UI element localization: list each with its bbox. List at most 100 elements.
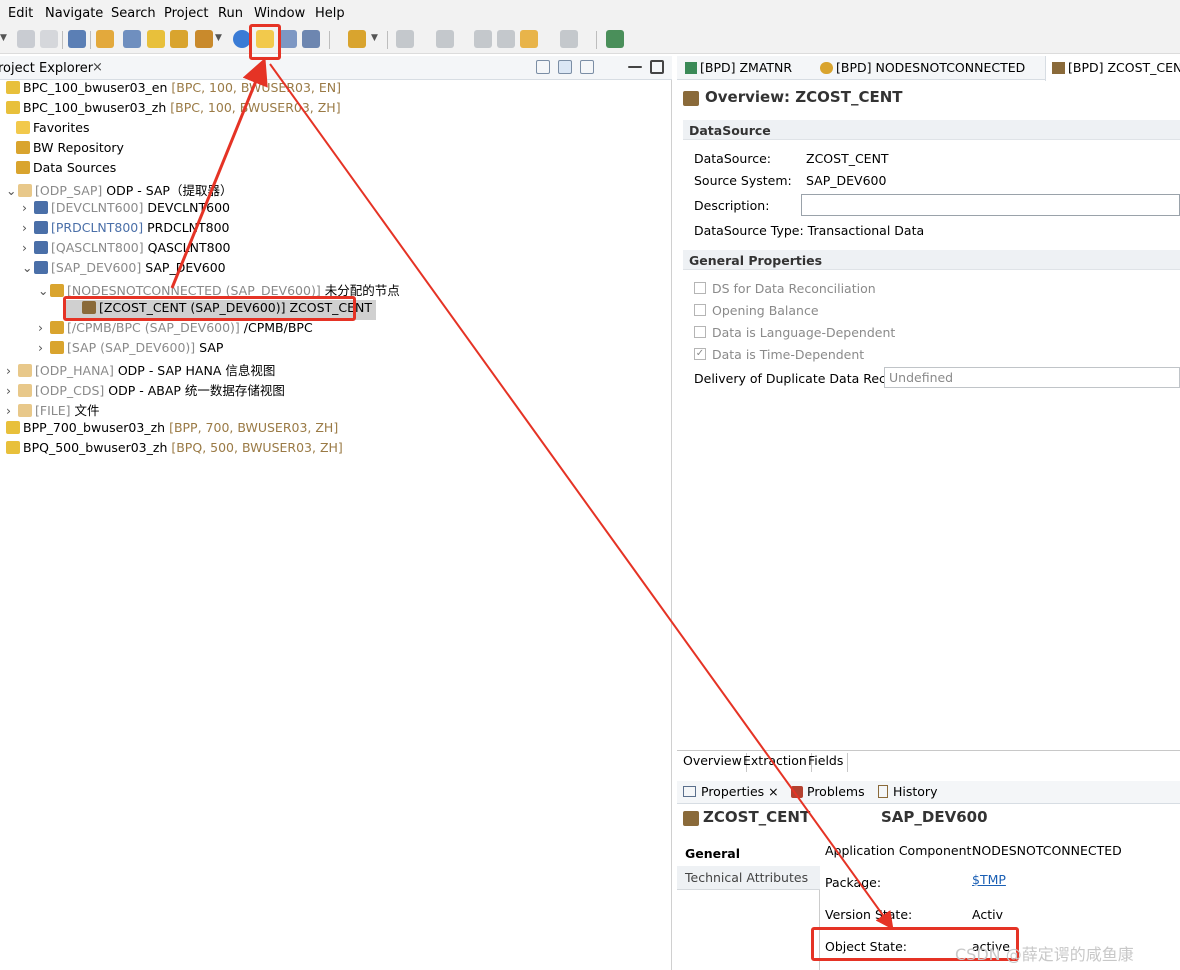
tree-item-decoration: [SAP (SAP_DEV600)] xyxy=(67,340,196,355)
save-icon[interactable] xyxy=(17,30,35,48)
filter-icon[interactable] xyxy=(580,60,594,74)
delivery-duplicate-select[interactable]: Undefined xyxy=(884,367,1180,388)
tree-item[interactable]: › [DEVCLNT600] DEVCLNT600 xyxy=(22,200,230,220)
tree-item[interactable]: Data Sources xyxy=(4,160,116,180)
language-dependent-checkbox[interactable] xyxy=(694,326,706,338)
collapse-all-icon[interactable] xyxy=(536,60,550,74)
prev-annotation-icon[interactable] xyxy=(436,30,454,48)
transport-icon[interactable] xyxy=(279,30,297,48)
node-icon xyxy=(6,101,20,114)
tree-item[interactable]: BW Repository xyxy=(4,140,124,160)
node-icon xyxy=(6,81,20,94)
last-edit-icon[interactable] xyxy=(474,30,492,48)
dropdown-icon[interactable]: ▼ xyxy=(0,33,10,51)
tree-item[interactable]: › [PRDCLNT800] PRDCLNT800 xyxy=(22,220,230,240)
tree-item[interactable]: BPP_700_bwuser03_zh [BPP, 700, BWUSER03,… xyxy=(0,420,338,440)
tab-zmatnr-label: [BPD] ZMATNR xyxy=(700,60,793,75)
tab-zcost-cent[interactable]: [BPD] ZCOST_CENT xyxy=(1045,56,1180,81)
chevron-down-icon[interactable]: ⌄ xyxy=(22,260,34,275)
overview-title: Overview: ZCOST_CENT xyxy=(705,88,903,106)
forward-edit-icon[interactable] xyxy=(497,30,515,48)
menu-navigate[interactable]: Navigate xyxy=(45,6,103,21)
tree-item[interactable]: › [/CPMB/BPC (SAP_DEV600)] /CPMB/BPC xyxy=(38,320,313,340)
chevron-right-icon[interactable]: › xyxy=(22,220,34,235)
datasource-label: DataSource: xyxy=(694,151,771,166)
node-icon xyxy=(18,384,32,397)
tab-history[interactable]: History xyxy=(878,784,937,799)
project-explorer-tab[interactable]: roject Explorer × xyxy=(0,56,672,80)
tab-zmatnr[interactable]: [BPD] ZMATNR xyxy=(685,60,792,75)
side-tab-general[interactable]: General xyxy=(677,842,820,866)
chevron-down-icon[interactable]: ⌄ xyxy=(6,183,18,198)
tree-item[interactable]: BPQ_500_bwuser03_zh [BPQ, 500, BWUSER03,… xyxy=(0,440,343,460)
datasource-section-header[interactable]: DataSource xyxy=(683,120,1180,140)
menu-search[interactable]: Search xyxy=(111,6,156,21)
next-annotation-icon[interactable] xyxy=(396,30,414,48)
ds-type-value: Transactional Data xyxy=(807,223,925,238)
datasource-type-label: DataSource Type: Transactional Data xyxy=(694,223,924,238)
open-perspective-icon[interactable] xyxy=(606,30,624,48)
save-all-icon[interactable] xyxy=(40,30,58,48)
side-tab-technical-attributes[interactable]: Technical Attributes xyxy=(677,866,820,890)
version-state-value: Activ xyxy=(972,907,1003,922)
edit-icon[interactable] xyxy=(96,30,114,48)
time-dependent-label: Data is Time-Dependent xyxy=(712,347,865,362)
forward-icon[interactable] xyxy=(560,30,578,48)
tree-item[interactable]: › [FILE] 文件 xyxy=(6,400,100,420)
link-with-editor-icon[interactable] xyxy=(558,60,572,74)
tree-item-label: ODP - SAP HANA 信息视图 xyxy=(117,363,276,378)
close-icon[interactable]: × xyxy=(768,784,778,799)
time-dependent-checkbox[interactable]: ✓ xyxy=(694,348,706,360)
node-icon xyxy=(50,284,64,297)
chevron-down-icon[interactable]: ⌄ xyxy=(38,283,50,298)
opening-balance-checkbox[interactable] xyxy=(694,304,706,316)
chevron-right-icon[interactable]: › xyxy=(6,383,18,398)
ds-reconciliation-checkbox[interactable] xyxy=(694,282,706,294)
compare-icon[interactable] xyxy=(302,30,320,48)
menu-project[interactable]: Project xyxy=(164,6,208,21)
back-icon[interactable] xyxy=(520,30,538,48)
tree-item[interactable]: ⌄ [SAP_DEV600] SAP_DEV600 xyxy=(22,260,226,280)
general-properties-header[interactable]: General Properties xyxy=(683,250,1180,270)
properties-tab-bar: Properties × Problems History xyxy=(677,781,1180,804)
tree-item[interactable]: Favorites xyxy=(4,120,89,140)
chevron-right-icon[interactable]: › xyxy=(38,340,50,355)
tab-fields[interactable]: Fields xyxy=(804,753,849,772)
tree-item[interactable]: › [ODP_CDS] ODP - ABAP 统一数据存储视图 xyxy=(6,380,285,400)
tree-item[interactable]: ⌄ [ODP_SAP] ODP - SAP（提取器） xyxy=(6,180,232,200)
chevron-right-icon[interactable]: › xyxy=(6,363,18,378)
maximize-icon[interactable] xyxy=(650,60,664,74)
tab-nodesnotconnected[interactable]: [BPD] NODESNOTCONNECTED xyxy=(820,60,1025,75)
tree-item[interactable]: › [SAP (SAP_DEV600)] SAP xyxy=(38,340,223,360)
hierarchy-icon[interactable] xyxy=(123,30,141,48)
menu-window[interactable]: Window xyxy=(254,6,305,21)
tab-properties[interactable]: Properties × xyxy=(683,784,779,799)
tab-problems[interactable]: Problems xyxy=(791,784,865,799)
tree-item[interactable]: › [QASCLNT800] QASCLNT800 xyxy=(22,240,230,260)
tree-item-label: ODP - ABAP 统一数据存储视图 xyxy=(108,383,285,398)
open-object-icon[interactable] xyxy=(147,30,165,48)
minimize-icon[interactable] xyxy=(628,66,642,68)
tree-item[interactable]: BPC_100_bwuser03_en [BPC, 100, BWUSER03,… xyxy=(0,80,341,100)
pencil-icon[interactable] xyxy=(348,30,366,48)
watermark: CSDN @薛定谔的咸鱼康 xyxy=(955,945,1134,964)
chevron-right-icon[interactable]: › xyxy=(22,240,34,255)
chevron-right-icon[interactable]: › xyxy=(38,320,50,335)
search-object-icon[interactable] xyxy=(195,30,213,48)
description-input[interactable] xyxy=(801,194,1180,216)
tree-item[interactable]: BPC_100_bwuser03_zh [BPC, 100, BWUSER03,… xyxy=(0,100,341,120)
tab-extraction[interactable]: Extraction xyxy=(739,753,812,772)
console-icon[interactable] xyxy=(68,30,86,48)
dropdown-icon[interactable]: ▼ xyxy=(215,33,225,51)
menu-run[interactable]: Run xyxy=(218,6,243,21)
tree-item[interactable]: › [ODP_HANA] ODP - SAP HANA 信息视图 xyxy=(6,360,275,380)
chevron-right-icon[interactable]: › xyxy=(22,200,34,215)
chevron-right-icon[interactable]: › xyxy=(6,403,18,418)
dropdown-icon[interactable]: ▼ xyxy=(371,33,381,51)
bw-object-icon[interactable] xyxy=(170,30,188,48)
package-link[interactable]: $TMP xyxy=(972,872,1006,887)
menu-help[interactable]: Help xyxy=(315,6,345,21)
tab-overview[interactable]: Overview xyxy=(679,753,747,772)
menu-edit[interactable]: Edit xyxy=(8,6,33,21)
close-icon[interactable]: × xyxy=(92,60,103,75)
